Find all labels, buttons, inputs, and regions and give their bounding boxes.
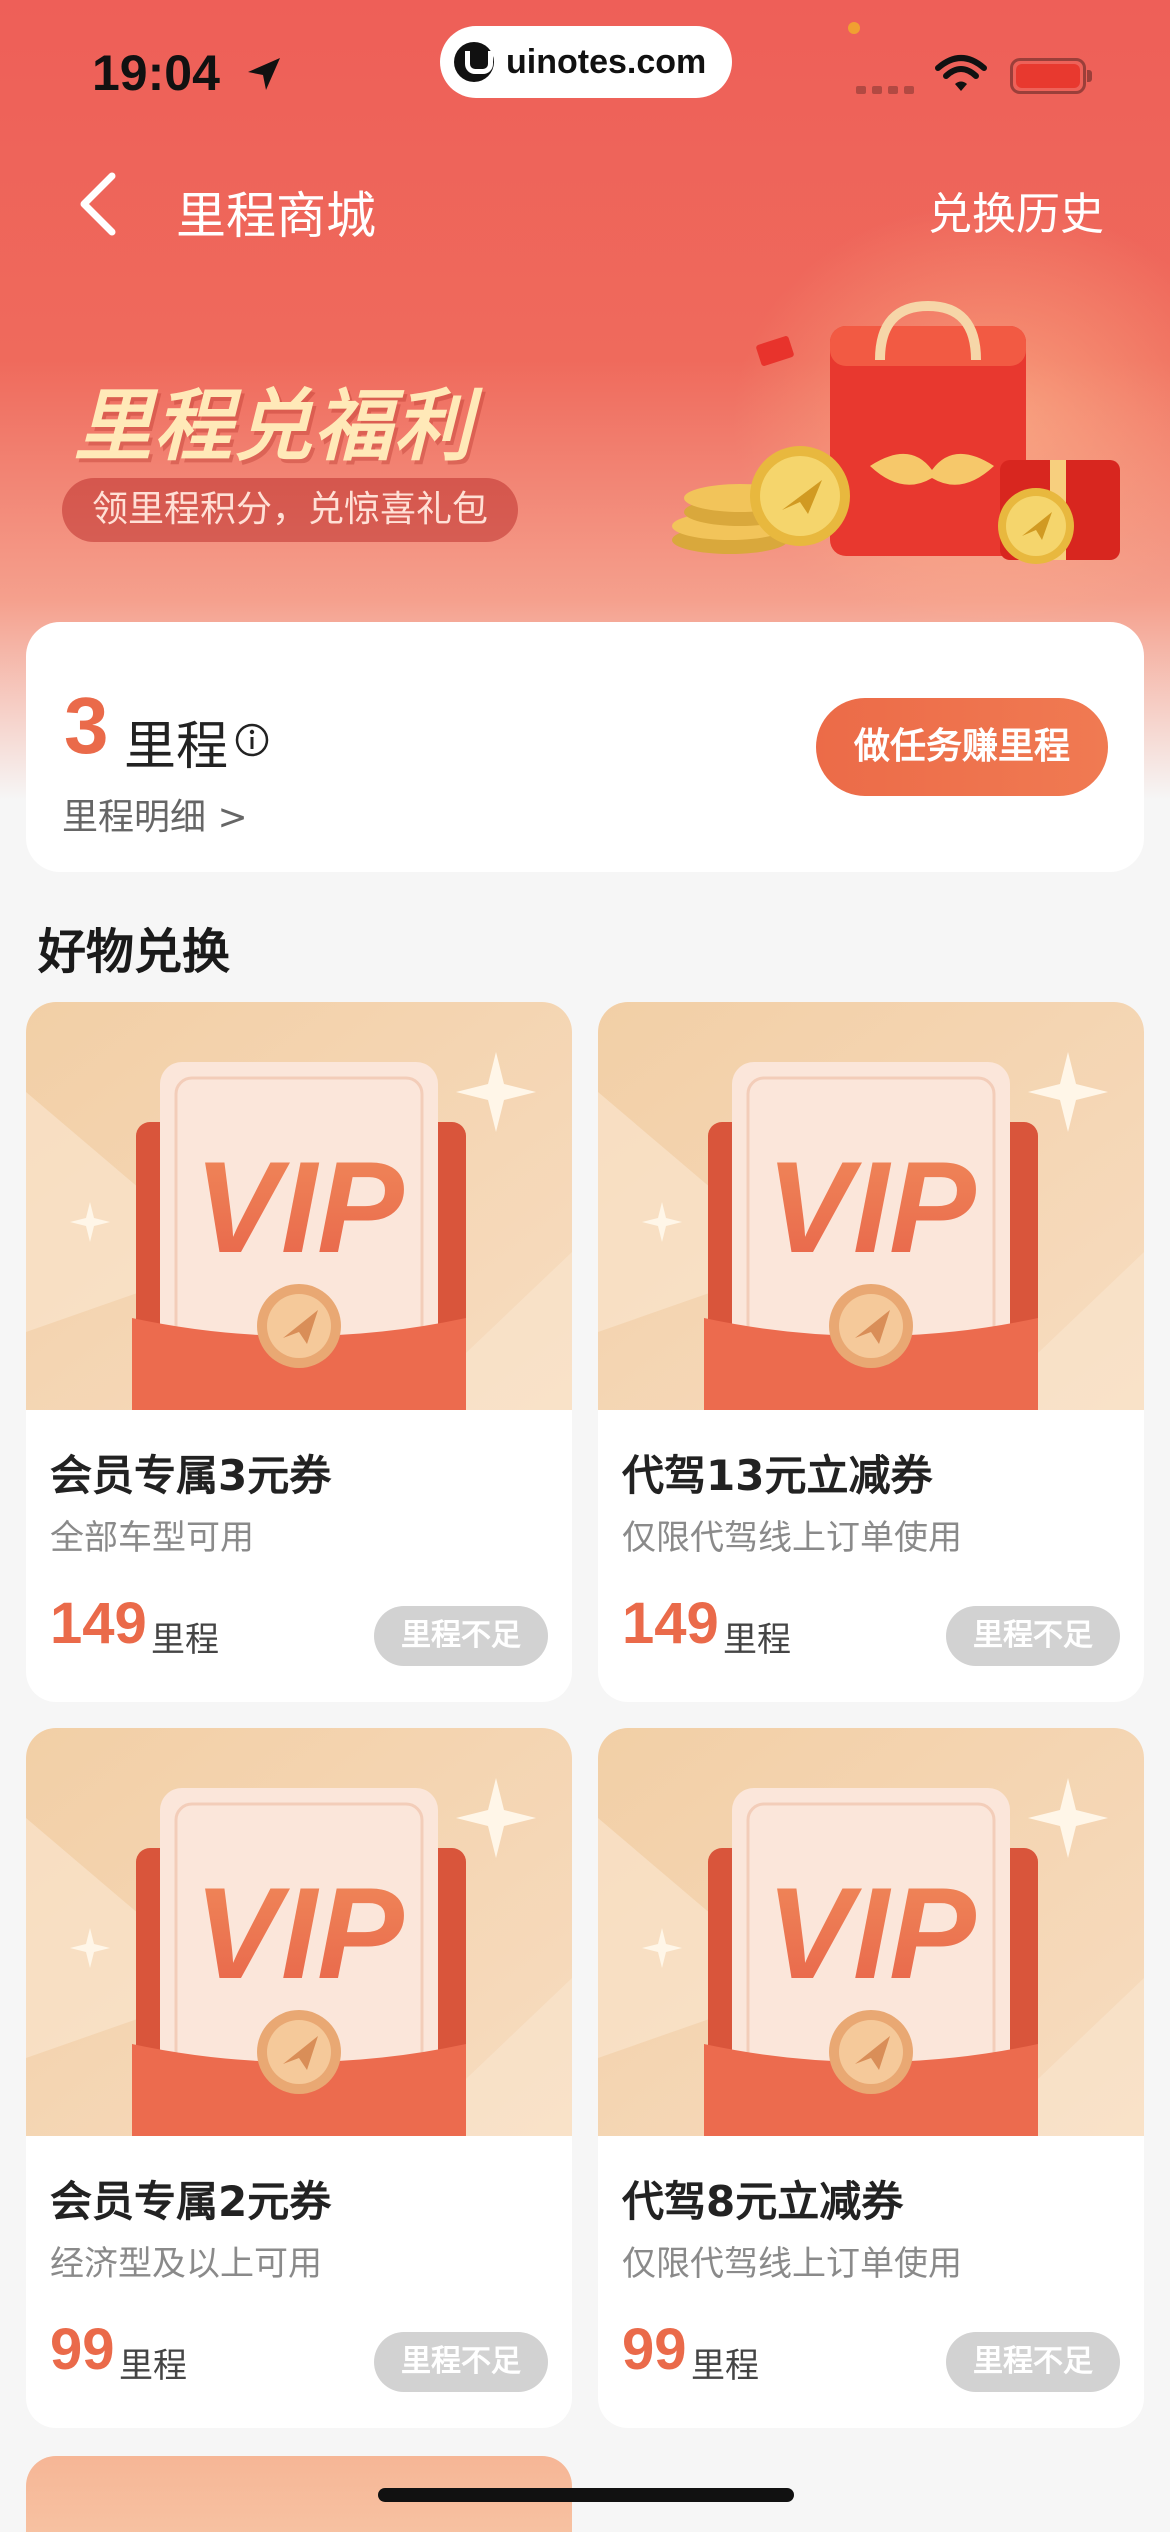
product-card[interactable]: VIP 会员专属3元券 全部车型可用 149 里程 里程不足 [26,1002,572,1702]
mileage-detail-link[interactable]: 里程明细 > [62,788,248,840]
product-price: 149 [622,1591,719,1656]
battery-icon [1010,58,1092,94]
banner-title: 里程兑福利 [74,382,475,472]
recording-dot [848,22,860,34]
redeem-button[interactable]: 里程不足 [374,2332,548,2392]
mileage-balance: 3 [64,681,109,770]
product-name: 代驾13元立减券 [622,1451,933,1500]
product-description: 仅限代驾线上订单使用 [622,2244,962,2284]
redeem-button[interactable]: 里程不足 [374,1606,548,1666]
redeem-button[interactable]: 里程不足 [946,2332,1120,2392]
vip-coupon-illustration: VIP [598,1002,1144,1410]
product-price-unit: 里程 [119,2346,187,2386]
product-price-unit: 里程 [691,2346,759,2386]
banner-subtitle: 领里程积分，兑惊喜礼包 [62,478,519,542]
product-image: VIP [26,1002,572,1410]
product-name: 会员专属2元券 [50,2177,332,2226]
vip-badge-text: VIP [766,1860,976,2006]
vip-coupon-illustration: VIP [26,1728,572,2136]
product-name: 会员专属3元券 [50,1451,332,1500]
exchange-history-link[interactable]: 兑换历史 [928,178,1104,242]
info-icon[interactable] [234,722,270,758]
wifi-icon [935,55,987,91]
product-price-unit: 里程 [151,1620,219,1660]
product-image: VIP [598,1002,1144,1410]
product-image: VIP [26,1728,572,2136]
product-card[interactable]: VIP 会员专属2元券 经济型及以上可用 99 里程 里程不足 [26,1728,572,2428]
site-logo-icon [454,42,494,82]
page-title: 里程商城 [176,187,376,245]
earn-mileage-button[interactable]: 做任务赚里程 [816,698,1108,796]
url-pill[interactable]: uinotes.com [440,26,732,98]
gift-bag-coins-illustration [672,300,1120,564]
url-text: uinotes.com [506,42,707,81]
product-name: 代驾8元立减券 [622,2177,904,2226]
product-image: VIP [598,1728,1144,2136]
vip-coupon-illustration: VIP [598,1728,1144,2136]
product-card[interactable]: VIP 代驾8元立减券 仅限代驾线上订单使用 99 里程 里程不足 [598,1728,1144,2428]
vip-badge-text: VIP [194,1134,404,1280]
product-price-unit: 里程 [723,1620,791,1660]
status-time: 19:04 [92,45,220,101]
section-title: 好物兑换 [38,924,231,980]
product-price: 99 [50,2317,115,2382]
product-description: 仅限代驾线上订单使用 [622,1518,962,1558]
home-indicator[interactable] [378,2488,794,2502]
back-chevron-icon[interactable] [70,168,130,240]
product-price: 149 [50,1591,147,1656]
redeem-button[interactable]: 里程不足 [946,1606,1120,1666]
cellular-signal-icon [856,86,916,96]
mileage-unit: 里程 [124,717,229,777]
mileage-card: 3 里程 里程明细 > 做任务赚里程 [26,622,1144,872]
location-arrow-icon [248,58,280,90]
product-description: 全部车型可用 [50,1518,254,1558]
product-description: 经济型及以上可用 [50,2244,322,2284]
vip-badge-text: VIP [766,1134,976,1280]
product-card[interactable]: VIP 代驾13元立减券 仅限代驾线上订单使用 149 里程 里程不足 [598,1002,1144,1702]
vip-badge-text: VIP [194,1860,404,2006]
vip-coupon-illustration: VIP [26,1002,572,1410]
product-price: 99 [622,2317,687,2382]
